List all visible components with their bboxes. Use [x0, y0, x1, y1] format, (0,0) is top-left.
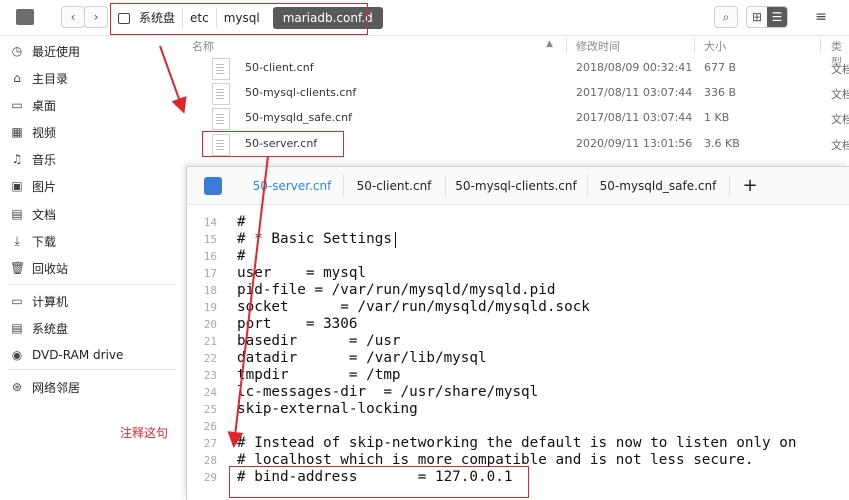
annotation-arrows	[159, 45, 269, 448]
annotation-arrow-2	[227, 155, 269, 448]
annotation-arrow-1	[159, 45, 187, 114]
